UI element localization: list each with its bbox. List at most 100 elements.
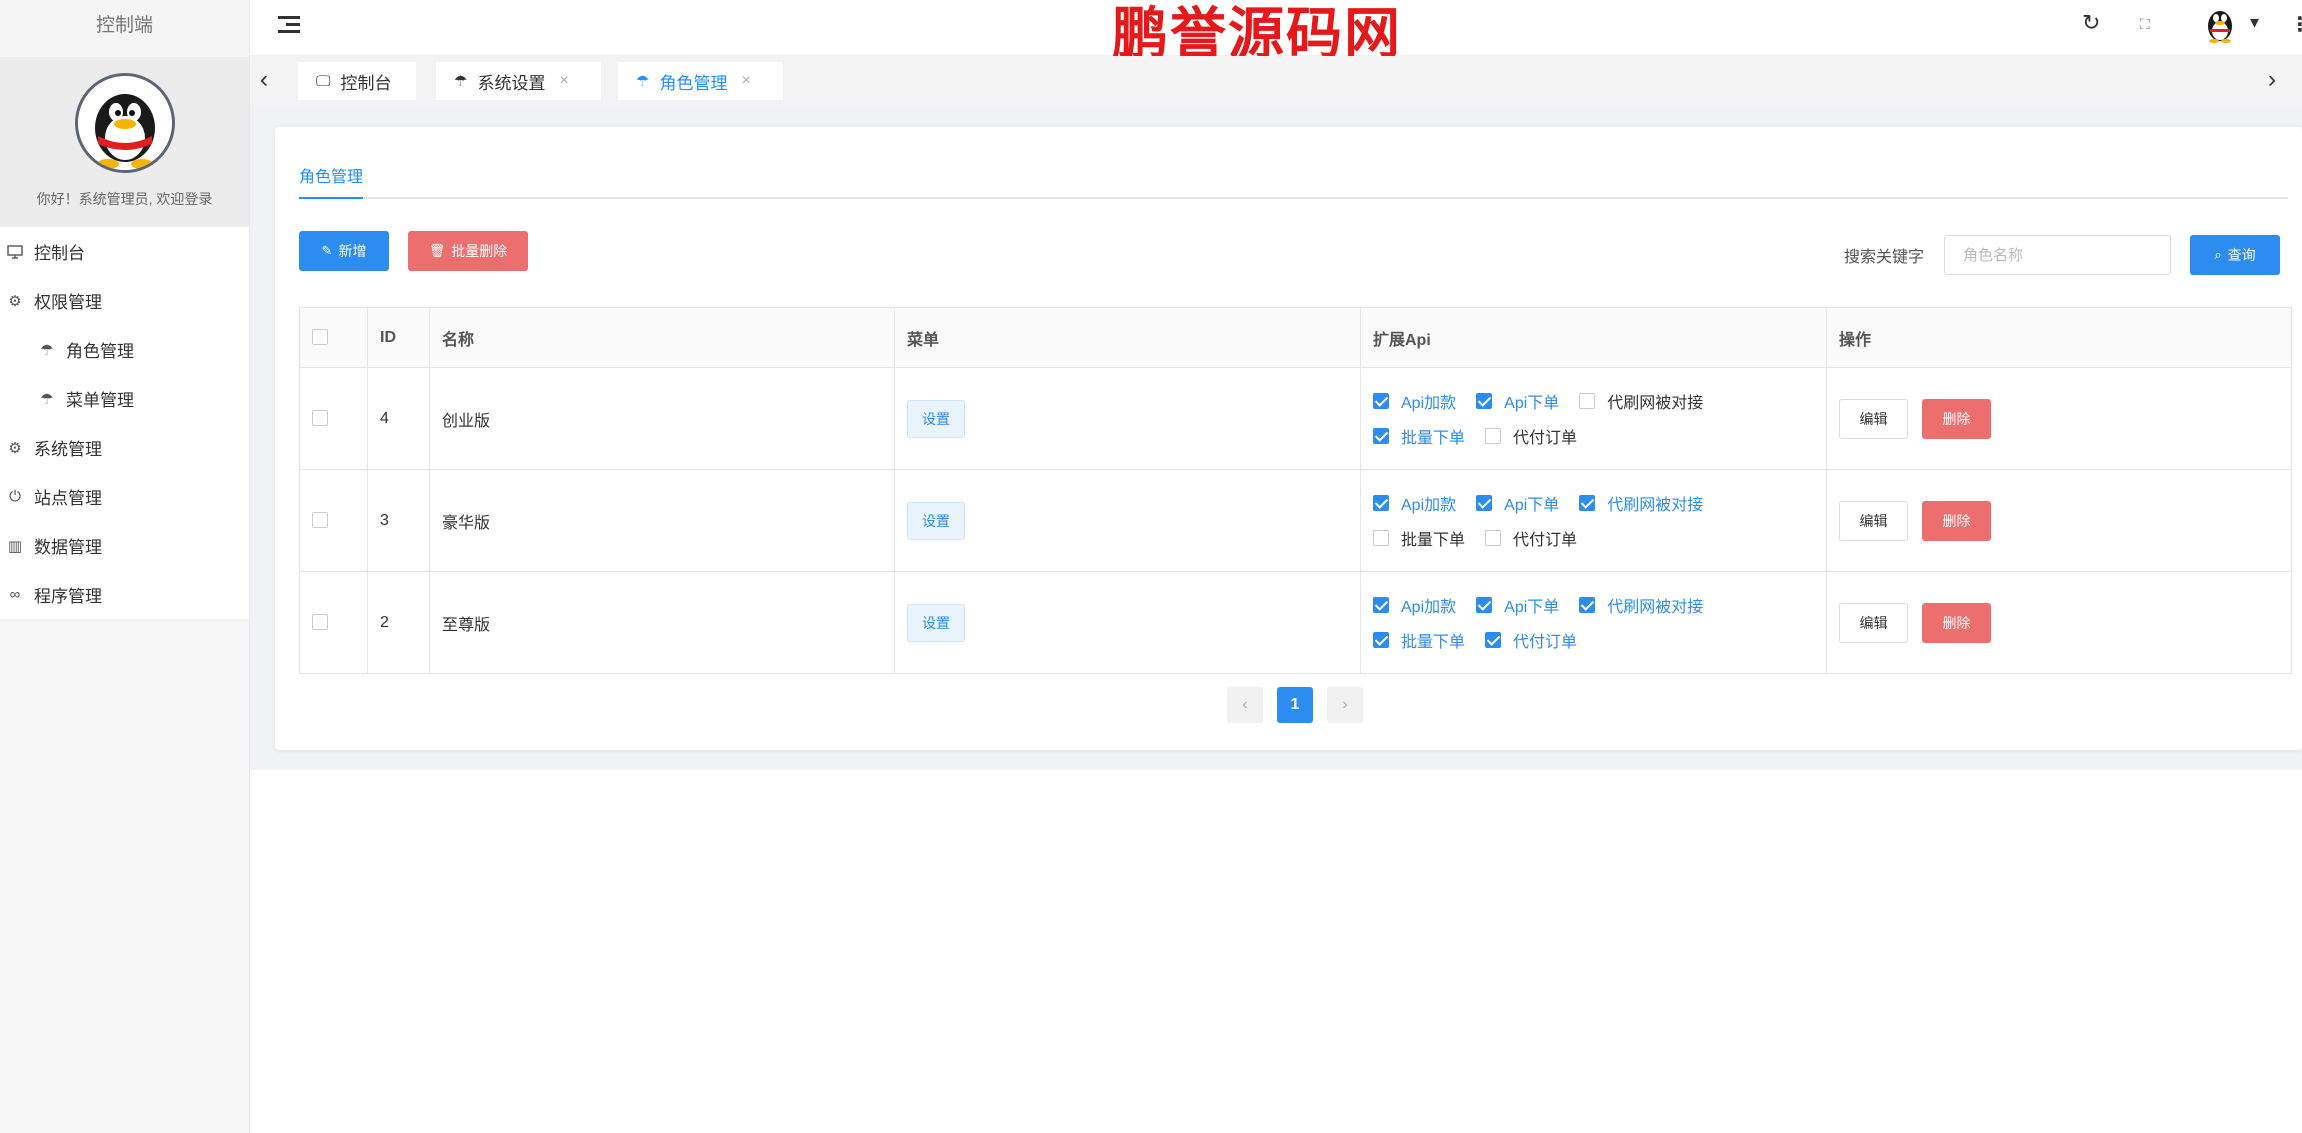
search-input[interactable] [1944,235,2171,275]
cell-id: 3 [367,469,430,572]
api-checkbox[interactable]: 代付订单 [1485,628,1577,652]
tab-role-management[interactable]: ☂ 角色管理 × [618,62,783,100]
tab-dashboard[interactable]: 🖵 控制台 [298,62,416,100]
batch-delete-label: 批量删除 [451,243,508,259]
api-checkbox[interactable]: 批量下单 [1373,424,1465,448]
palm-icon: ☂ [40,390,54,408]
role-management-card: 角色管理 ✎ 新增 🗑 批量删除 搜索关键字 ⌕ 查询 ID 名称 菜单 扩展A… [275,127,2302,750]
edit-button[interactable]: 编辑 [1839,602,1908,643]
menu-settings-button[interactable]: 设置 [907,501,965,540]
menu-settings-button[interactable]: 设置 [907,399,965,438]
table-icon: ▥ [7,537,23,555]
trash-icon: 🗑 [428,243,446,258]
table-row: 4 创业版 设置 Api加款 Api下单 代刷网被对接 批量下单 代付订单 编辑… [299,367,2292,470]
api-checkbox[interactable]: 代付订单 [1485,526,1577,550]
close-icon[interactable]: × [741,72,750,90]
avatar[interactable] [74,73,175,173]
cell-menu: 设置 [894,367,1361,470]
user-avatar[interactable] [2202,4,2238,44]
row-checkbox[interactable] [312,410,328,427]
api-checkbox[interactable]: Api加款 [1373,491,1456,515]
caret-down-icon[interactable]: ▾ [2250,12,2259,33]
tab-system-settings[interactable]: ☂ 系统设置 × [436,62,601,100]
cell-name: 至尊版 [429,571,895,674]
row-select-cell [299,367,368,470]
select-all-checkbox[interactable] [312,329,328,346]
more-icon[interactable]: ⋮ [2290,12,2302,37]
palm-icon: ☂ [40,341,54,359]
close-icon[interactable]: × [559,72,568,90]
table-header-row: ID 名称 菜单 扩展Api 操作 [299,307,2292,368]
prev-page-icon[interactable]: ‹ [1227,687,1263,723]
sidebar-empty-area [0,623,249,1133]
menu-toggle-icon[interactable] [278,14,302,36]
table-row: 2 至尊版 设置 Api加款 Api下单 代刷网被对接 批量下单 代付订单 编辑… [299,571,2292,674]
cell-api: Api加款 Api下单 代刷网被对接 批量下单 代付订单 [1360,571,1827,674]
top-header: 鹏誉源码网 ↻ ⛶ ▾ ⋮ [250,0,2302,67]
sidebar-item-data[interactable]: ▥ 数据管理 [0,521,249,570]
api-checkbox[interactable]: Api下单 [1476,593,1559,617]
sidebar-item-dashboard[interactable]: 控制台 [0,227,249,276]
menu-settings-button[interactable]: 设置 [907,603,965,642]
user-profile: 你好！系统管理员, 欢迎登录 [0,57,249,227]
tab-scroll-left-icon[interactable]: ‹ [260,66,268,94]
api-checkbox[interactable]: 代付订单 [1485,424,1577,448]
column-header-api: 扩展Api [1360,307,1827,368]
monitor-icon [4,241,26,263]
sidebar-item-label: 程序管理 [34,587,102,606]
gear-icon: ⚙ [8,439,22,457]
row-checkbox[interactable] [312,512,328,529]
api-checkbox[interactable]: Api加款 [1373,593,1456,617]
add-button[interactable]: ✎ 新增 [299,231,389,271]
api-checkbox[interactable]: 批量下单 [1373,628,1465,652]
api-checkbox[interactable]: Api下单 [1476,389,1559,413]
tab-bar: ‹ 🖵 控制台 ☂ 系统设置 × ☂ 角色管理 × › [250,56,2302,106]
sidebar-item-programs[interactable]: ∞ 程序管理 [0,570,249,619]
delete-button[interactable]: 删除 [1922,500,1991,541]
table-row: 3 豪华版 设置 Api加款 Api下单 代刷网被对接 批量下单 代付订单 编辑… [299,469,2292,572]
search-icon: ⌕ [2214,247,2222,262]
api-checkbox[interactable]: 代刷网被对接 [1579,491,1703,515]
api-checkbox[interactable]: 代刷网被对接 [1579,389,1703,413]
pencil-icon: ✎ [321,243,333,258]
next-page-icon[interactable]: › [1327,687,1363,723]
cell-menu: 设置 [894,571,1361,674]
sidebar-item-menus[interactable]: ☂ 菜单管理 [0,374,249,423]
sidebar-item-permissions[interactable]: ⚙ 权限管理 [0,276,249,325]
row-checkbox[interactable] [312,614,328,631]
sidebar-item-label: 数据管理 [34,538,102,557]
tab-label: 控制台 [340,73,392,93]
penguin-avatar-icon [77,76,172,170]
cell-api: Api加款 Api下单 代刷网被对接 批量下单 代付订单 [1360,367,1827,470]
api-checkbox[interactable]: Api加款 [1373,389,1456,413]
sidebar-item-system[interactable]: ⚙ 系统管理 [0,423,249,472]
cell-id: 4 [367,367,430,470]
delete-button[interactable]: 删除 [1922,398,1991,439]
delete-button[interactable]: 删除 [1922,602,1991,643]
sidebar-item-label: 菜单管理 [66,391,134,410]
card-tab-title[interactable]: 角色管理 [299,163,364,199]
sidebar-item-label: 系统管理 [34,440,102,459]
cell-api: Api加款 Api下单 代刷网被对接 批量下单 代付订单 [1360,469,1827,572]
palm-icon: ☂ [636,73,650,90]
query-button[interactable]: ⌕ 查询 [2190,235,2280,275]
sidebar-item-sites[interactable]: ⏻ 站点管理 [0,472,249,521]
api-checkbox[interactable]: 批量下单 [1373,526,1465,550]
fullscreen-icon[interactable]: ⛶ [2140,16,2150,33]
tab-scroll-right-icon[interactable]: › [2268,66,2276,94]
edit-button[interactable]: 编辑 [1839,398,1908,439]
api-checkbox[interactable]: Api下单 [1476,491,1559,515]
palm-icon: ☂ [454,73,468,90]
sidebar-item-label: 角色管理 [66,342,134,361]
content-background [250,770,2302,1133]
batch-delete-button[interactable]: 🗑 批量删除 [408,231,528,271]
edit-button[interactable]: 编辑 [1839,500,1908,541]
cell-name: 创业版 [429,367,895,470]
api-checkbox[interactable]: 代刷网被对接 [1579,593,1703,617]
refresh-icon[interactable]: ↻ [2082,10,2100,36]
sidebar-item-roles[interactable]: ☂ 角色管理 [0,325,249,374]
power-icon: ⏻ [9,488,21,505]
sidebar-item-label: 站点管理 [34,489,102,508]
page-current[interactable]: 1 [1277,687,1313,723]
cell-menu: 设置 [894,469,1361,572]
